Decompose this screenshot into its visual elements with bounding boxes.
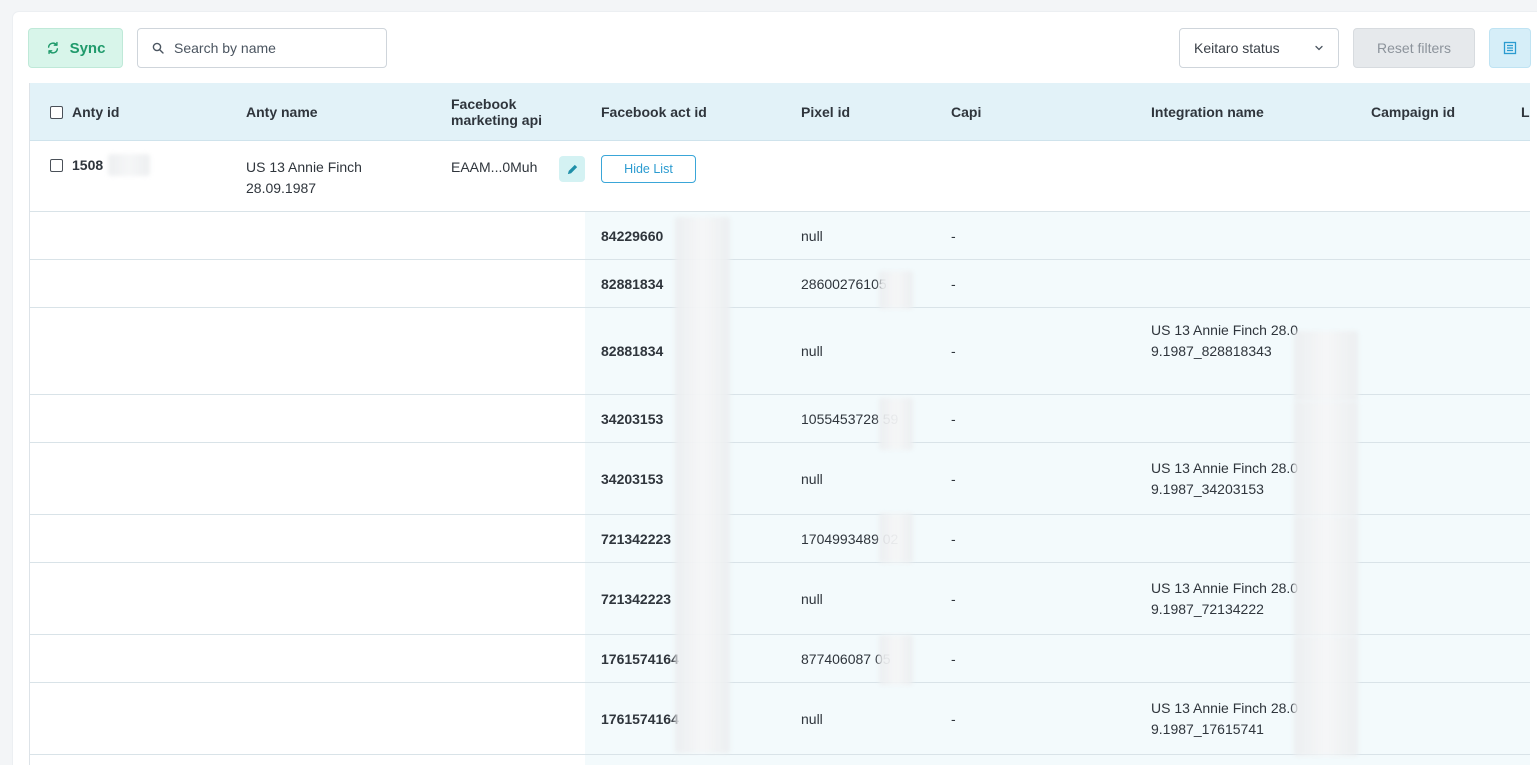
header-capi[interactable]: Capi <box>951 83 981 141</box>
integration-name-value: US 13 Annie Finch 28.09.1987_828818343 <box>1151 322 1299 359</box>
capi-value: - <box>951 276 956 292</box>
redaction-blur <box>879 398 913 450</box>
header-integration-name[interactable]: Integration name <box>1151 83 1264 141</box>
pixel-id-value: null <box>801 591 823 607</box>
header-campaign-id[interactable]: Campaign id <box>1371 83 1455 141</box>
header-anty-id-label: Anty id <box>72 104 120 120</box>
header-anty-name[interactable]: Anty name <box>246 83 318 141</box>
act-id-value: 34203153 <box>601 471 664 487</box>
redaction-blur <box>1294 516 1358 636</box>
pixel-id-value: null <box>801 343 823 359</box>
redaction-blur <box>108 154 150 176</box>
keitaro-status-select[interactable]: Keitaro status <box>1179 28 1339 68</box>
row-tint <box>585 755 1530 765</box>
capi-value: - <box>951 343 956 359</box>
redaction-blur <box>1294 401 1358 516</box>
act-id-value: 82881834 <box>601 343 664 359</box>
act-id-value: 1761574164 <box>601 651 679 667</box>
redaction-blur <box>1294 331 1358 401</box>
header-anty-id: Anty id <box>50 83 119 141</box>
pixel-id-value: 877406087 05 <box>801 651 891 667</box>
main-panel: Sync Keitaro status Reset filters Anty i… <box>13 12 1537 765</box>
integration-name-value: US 13 Annie Finch 28.09.1987_72134222 <box>1151 580 1299 617</box>
capi-value: - <box>951 471 956 487</box>
act-id-value: 721342223 <box>601 531 672 547</box>
api-token-value: EAAM...0Muh <box>451 159 538 175</box>
redaction-blur <box>879 513 913 563</box>
header-pixel-id[interactable]: Pixel id <box>801 83 850 141</box>
redaction-blur <box>879 635 913 685</box>
capi-value: - <box>951 591 956 607</box>
integration-name-value: US 13 Annie Finch 28.09.1987_17615741 <box>1151 700 1299 737</box>
parent-row: 1508 US 13 Annie Finch 28.09.1987 EAAM..… <box>30 141 1530 212</box>
redaction-blur <box>1294 636 1358 756</box>
chevron-down-icon <box>1315 45 1323 51</box>
anty-id-cell: 1508 <box>50 155 103 176</box>
capi-value: - <box>951 651 956 667</box>
table-row: 82881834 28600276105 - <box>30 260 1530 308</box>
table-row <box>30 755 1530 765</box>
reset-filters-button[interactable]: Reset filters <box>1353 28 1475 68</box>
sync-button[interactable]: Sync <box>28 28 123 68</box>
anty-id-value: 1508 <box>72 157 104 173</box>
act-id-value: 1761574164 <box>601 711 679 727</box>
hide-list-button[interactable]: Hide List <box>601 155 696 183</box>
integration-name-value: US 13 Annie Finch 28.09.1987_34203153 <box>1151 460 1299 497</box>
hide-list-label: Hide List <box>624 162 673 176</box>
reset-filters-label: Reset filters <box>1377 40 1451 56</box>
anty-name-value: US 13 Annie Finch 28.09.1987 <box>246 159 362 196</box>
row-checkbox[interactable] <box>50 159 63 172</box>
act-id-value: 82881834 <box>601 276 664 292</box>
header-facebook-marketing-api[interactable]: Facebook marketing api <box>451 83 561 141</box>
redaction-blur <box>879 271 913 309</box>
pixel-id-value: null <box>801 228 823 244</box>
capi-value: - <box>951 531 956 547</box>
search-field[interactable] <box>137 28 387 68</box>
capi-value: - <box>951 411 956 427</box>
select-all-checkbox[interactable] <box>50 105 63 119</box>
pencil-icon <box>567 164 577 174</box>
pixel-id-value: null <box>801 471 823 487</box>
sync-label: Sync <box>69 39 106 57</box>
edit-token-button[interactable] <box>559 156 585 182</box>
pixel-id-value: 28600276105 <box>801 276 887 292</box>
list-icon <box>1503 41 1517 55</box>
search-input[interactable] <box>174 40 364 56</box>
act-id-value: 721342223 <box>601 591 672 607</box>
sync-icon <box>47 41 58 55</box>
act-id-value: 34203153 <box>601 411 664 427</box>
accounts-table: Anty id Anty name Facebook marketing api… <box>29 83 1530 765</box>
columns-toggle-button[interactable] <box>1489 28 1531 68</box>
table-header: Anty id Anty name Facebook marketing api… <box>30 83 1530 141</box>
pixel-id-value: null <box>801 711 823 727</box>
capi-value: - <box>951 228 956 244</box>
search-icon <box>152 42 164 54</box>
keitaro-status-label: Keitaro status <box>1194 40 1280 56</box>
table-row: 84229660 null - <box>30 212 1530 260</box>
header-facebook-act-id[interactable]: Facebook act id <box>601 83 707 141</box>
capi-value: - <box>951 711 956 727</box>
act-id-value: 84229660 <box>601 228 664 244</box>
redaction-blur <box>675 217 730 753</box>
header-truncated-column[interactable]: L <box>1521 83 1530 141</box>
